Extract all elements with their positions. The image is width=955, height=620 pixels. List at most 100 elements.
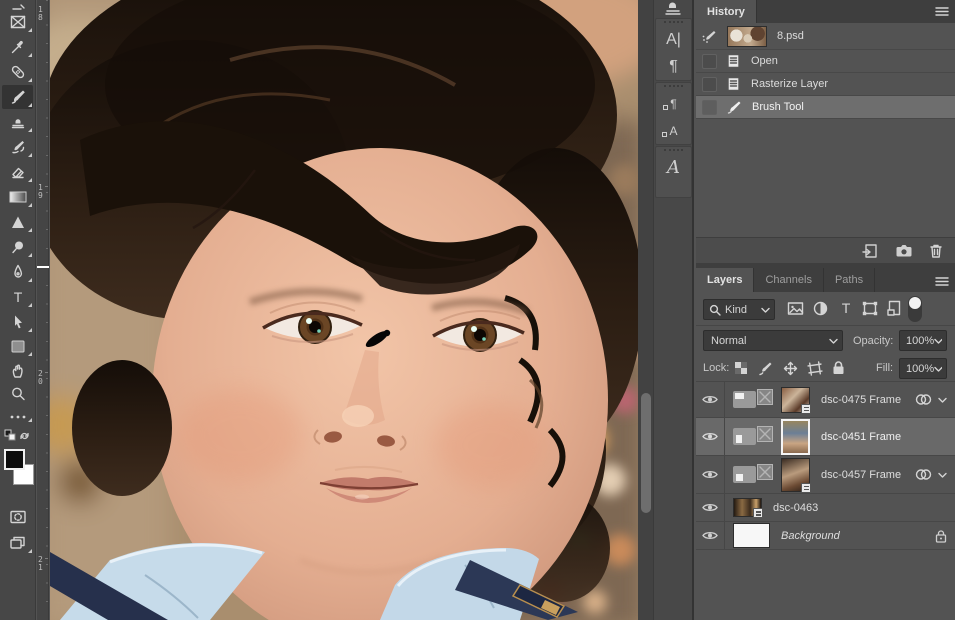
tools-panel: T	[0, 0, 36, 620]
history-step-row-selected[interactable]: Brush Tool	[696, 96, 955, 119]
tab-layers[interactable]: Layers	[696, 268, 755, 292]
layer-row[interactable]: dsc-0463	[696, 494, 955, 522]
layer-visibility-toggle[interactable]	[696, 456, 725, 493]
tab-history[interactable]: History	[696, 0, 757, 23]
paragraph-styles-panel-button[interactable]: ¶	[656, 90, 691, 117]
new-snapshot-camera-icon[interactable]	[895, 243, 913, 258]
type-layer-filter-button[interactable]: T	[839, 300, 853, 316]
layer-thumbnail[interactable]	[781, 457, 811, 493]
image-icon	[787, 302, 804, 315]
snapshot-thumbnail[interactable]	[727, 25, 767, 47]
frame-layer-thumbnail[interactable]	[733, 425, 773, 448]
screen-mode-button[interactable]	[2, 531, 33, 555]
frame-layer-thumbnail[interactable]	[733, 388, 773, 411]
paragraph-panel-button[interactable]: ¶	[656, 53, 691, 80]
character-styles-panel-button[interactable]: A	[656, 117, 691, 144]
character-panel-button[interactable]: A|	[656, 26, 691, 53]
foreground-color-swatch[interactable]	[4, 449, 25, 470]
history-source-checkbox[interactable]	[702, 99, 717, 115]
lock-transparency-button[interactable]	[734, 361, 748, 375]
ellipsis-icon	[10, 415, 25, 419]
filter-kind-dropdown[interactable]: Kind	[703, 299, 775, 320]
history-source-checkbox[interactable]	[702, 53, 717, 69]
layer-visibility-toggle[interactable]	[696, 522, 725, 549]
pen-tool[interactable]	[2, 260, 33, 284]
chevron-down-icon[interactable]	[938, 472, 947, 478]
tab-channels[interactable]: Channels	[754, 268, 824, 292]
canvas-area[interactable]	[50, 0, 638, 620]
lock-artboard-button[interactable]	[807, 361, 823, 376]
layer-filter-toggle[interactable]	[908, 296, 922, 322]
zoom-tool[interactable]	[2, 382, 33, 406]
healing-brush-tool[interactable]	[2, 60, 33, 84]
layer-visibility-toggle[interactable]	[696, 382, 725, 417]
lock-paint-button[interactable]	[758, 361, 773, 376]
fill-dropdown[interactable]: 100%	[899, 358, 947, 379]
clone-stamp-tool[interactable]	[2, 110, 33, 134]
rectangle-tool[interactable]	[2, 334, 33, 358]
layer-row[interactable]: dsc-0457 Frame	[696, 456, 955, 494]
blend-mode-dropdown[interactable]: Normal	[703, 330, 843, 351]
layer-visibility-toggle[interactable]	[696, 418, 725, 455]
pixel-layer-filter-button[interactable]	[787, 301, 804, 316]
partial-panel-icon	[664, 0, 682, 16]
stamp-icon	[11, 119, 24, 129]
chevron-down-icon[interactable]	[938, 397, 947, 403]
frame-layer-thumbnail[interactable]	[733, 463, 773, 486]
layers-filter-row: Kind T	[696, 292, 955, 326]
lock-label: Lock:	[703, 362, 730, 374]
path-selection-tool[interactable]	[2, 310, 33, 334]
layer-name[interactable]: Background	[781, 530, 840, 542]
lock-all-button[interactable]	[832, 360, 845, 375]
sharpen-tool[interactable]	[2, 210, 33, 234]
layer-row[interactable]: dsc-0475 Frame	[696, 382, 955, 418]
fill-value: 100%	[906, 362, 935, 375]
layer-name[interactable]: dsc-0463	[773, 502, 818, 514]
layer-name[interactable]: dsc-0457 Frame	[821, 469, 901, 481]
layer-thumbnail[interactable]	[733, 498, 763, 518]
collapsed-panels-strip: A| ¶ ¶ A A	[654, 0, 694, 620]
layer-row-selected[interactable]: dsc-0451 Frame	[696, 418, 955, 456]
canvas-scrollbar[interactable]	[638, 0, 654, 620]
layer-row-background[interactable]: Background	[696, 522, 955, 550]
dodge-tool[interactable]	[2, 235, 33, 259]
history-step-row[interactable]: Rasterize Layer	[696, 73, 955, 96]
quick-mask-button[interactable]	[2, 505, 33, 529]
layers-panel-menu[interactable]	[935, 276, 949, 287]
history-source-checkbox[interactable]	[702, 76, 717, 92]
lock-position-button[interactable]	[783, 361, 798, 376]
layer-name[interactable]: dsc-0475 Frame	[821, 394, 901, 406]
glyphs-panel-button[interactable]: A	[656, 154, 691, 181]
eraser-tool[interactable]	[2, 160, 33, 184]
layer-visibility-toggle[interactable]	[696, 494, 725, 521]
layer-name[interactable]: dsc-0451 Frame	[821, 431, 901, 443]
brush-tool-selected[interactable]	[2, 85, 33, 109]
delete-trash-icon[interactable]	[929, 243, 943, 259]
smart-object-badge	[801, 403, 811, 414]
default-and-swap-colors[interactable]	[2, 427, 33, 445]
panel-dock: History 8.psd Open Rasterize Layer Brush…	[696, 0, 955, 620]
history-brush-source-icon[interactable]	[701, 28, 719, 44]
hand-tool[interactable]	[2, 359, 33, 383]
tab-paths[interactable]: Paths	[824, 268, 876, 292]
history-panel-menu[interactable]	[935, 6, 949, 17]
gradient-tool[interactable]	[2, 185, 33, 209]
frame-tool[interactable]	[2, 10, 33, 34]
layer-thumbnail-selected[interactable]	[781, 418, 810, 455]
history-step-row[interactable]: Open	[696, 50, 955, 73]
rectangle-icon	[11, 340, 24, 352]
chevron-down-icon	[761, 307, 770, 313]
opacity-dropdown[interactable]: 100%	[899, 330, 947, 351]
layer-thumbnail[interactable]	[781, 386, 811, 414]
new-document-from-state-icon[interactable]	[862, 243, 879, 259]
edit-toolbar-button[interactable]	[2, 410, 33, 424]
history-snapshot-row[interactable]: 8.psd	[696, 23, 955, 50]
eyedropper-tool[interactable]	[2, 35, 33, 59]
background-thumbnail[interactable]	[733, 523, 770, 548]
history-brush-tool[interactable]	[2, 135, 33, 159]
smart-object-filter-button[interactable]	[887, 300, 902, 316]
type-tool[interactable]: T	[2, 285, 33, 309]
shape-layer-filter-button[interactable]	[862, 301, 878, 316]
scrollbar-thumb[interactable]	[641, 393, 651, 513]
adjustment-layer-filter-button[interactable]	[813, 301, 828, 316]
